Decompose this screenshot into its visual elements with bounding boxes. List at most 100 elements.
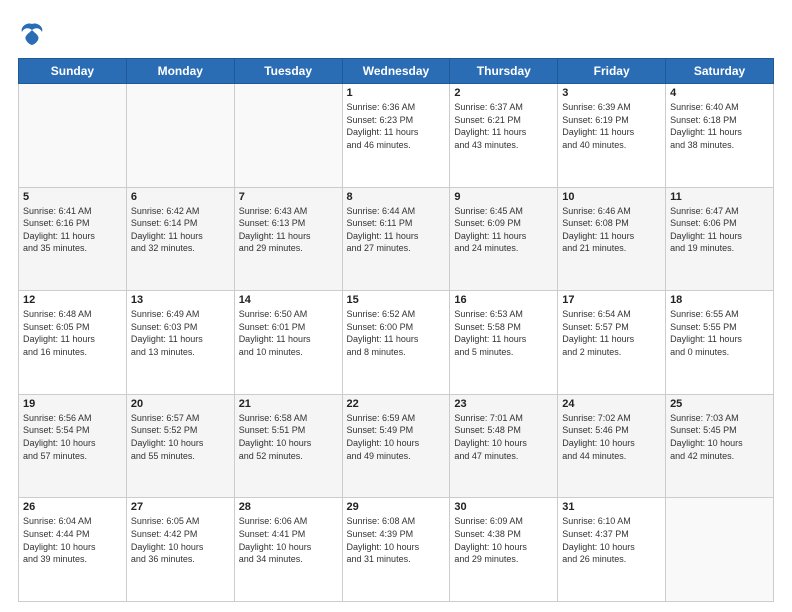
day-info: Sunrise: 6:53 AMSunset: 5:58 PMDaylight:…	[454, 308, 553, 358]
table-row: 22 Sunrise: 6:59 AMSunset: 5:49 PMDayligh…	[342, 394, 450, 498]
table-row	[234, 84, 342, 188]
day-info: Sunrise: 6:06 AMSunset: 4:41 PMDaylight:…	[239, 515, 338, 565]
day-info: Sunrise: 6:04 AMSunset: 4:44 PMDaylight:…	[23, 515, 122, 565]
table-row: 13 Sunrise: 6:49 AMSunset: 6:03 PMDayligh…	[126, 291, 234, 395]
day-number: 29	[347, 501, 446, 513]
calendar-week-row: 26 Sunrise: 6:04 AMSunset: 4:44 PMDayligh…	[19, 498, 774, 602]
day-info: Sunrise: 7:02 AMSunset: 5:46 PMDaylight:…	[562, 412, 661, 462]
table-row: 29 Sunrise: 6:08 AMSunset: 4:39 PMDayligh…	[342, 498, 450, 602]
table-row: 11 Sunrise: 6:47 AMSunset: 6:06 PMDayligh…	[666, 187, 774, 291]
calendar-table: Sunday Monday Tuesday Wednesday Thursday…	[18, 58, 774, 602]
table-row: 3 Sunrise: 6:39 AMSunset: 6:19 PMDaylight…	[558, 84, 666, 188]
day-info: Sunrise: 6:58 AMSunset: 5:51 PMDaylight:…	[239, 412, 338, 462]
calendar-week-row: 12 Sunrise: 6:48 AMSunset: 6:05 PMDayligh…	[19, 291, 774, 395]
day-info: Sunrise: 6:40 AMSunset: 6:18 PMDaylight:…	[670, 101, 769, 151]
table-row	[666, 498, 774, 602]
day-number: 25	[670, 398, 769, 410]
day-info: Sunrise: 6:47 AMSunset: 6:06 PMDaylight:…	[670, 205, 769, 255]
day-number: 31	[562, 501, 661, 513]
day-number: 4	[670, 87, 769, 99]
day-number: 1	[347, 87, 446, 99]
day-info: Sunrise: 6:57 AMSunset: 5:52 PMDaylight:…	[131, 412, 230, 462]
day-number: 9	[454, 191, 553, 203]
day-info: Sunrise: 6:05 AMSunset: 4:42 PMDaylight:…	[131, 515, 230, 565]
day-info: Sunrise: 6:44 AMSunset: 6:11 PMDaylight:…	[347, 205, 446, 255]
day-info: Sunrise: 6:08 AMSunset: 4:39 PMDaylight:…	[347, 515, 446, 565]
day-number: 18	[670, 294, 769, 306]
day-number: 2	[454, 87, 553, 99]
calendar-header-row: Sunday Monday Tuesday Wednesday Thursday…	[19, 59, 774, 84]
day-info: Sunrise: 6:56 AMSunset: 5:54 PMDaylight:…	[23, 412, 122, 462]
col-wednesday: Wednesday	[342, 59, 450, 84]
table-row: 23 Sunrise: 7:01 AMSunset: 5:48 PMDayligh…	[450, 394, 558, 498]
day-number: 21	[239, 398, 338, 410]
day-info: Sunrise: 6:50 AMSunset: 6:01 PMDaylight:…	[239, 308, 338, 358]
day-number: 6	[131, 191, 230, 203]
header	[18, 18, 774, 48]
calendar-week-row: 1 Sunrise: 6:36 AMSunset: 6:23 PMDaylight…	[19, 84, 774, 188]
day-number: 8	[347, 191, 446, 203]
day-number: 28	[239, 501, 338, 513]
col-sunday: Sunday	[19, 59, 127, 84]
day-number: 17	[562, 294, 661, 306]
table-row: 14 Sunrise: 6:50 AMSunset: 6:01 PMDayligh…	[234, 291, 342, 395]
col-monday: Monday	[126, 59, 234, 84]
day-info: Sunrise: 6:49 AMSunset: 6:03 PMDaylight:…	[131, 308, 230, 358]
day-number: 23	[454, 398, 553, 410]
table-row: 2 Sunrise: 6:37 AMSunset: 6:21 PMDaylight…	[450, 84, 558, 188]
col-friday: Friday	[558, 59, 666, 84]
day-info: Sunrise: 6:45 AMSunset: 6:09 PMDaylight:…	[454, 205, 553, 255]
day-info: Sunrise: 6:39 AMSunset: 6:19 PMDaylight:…	[562, 101, 661, 151]
day-info: Sunrise: 6:55 AMSunset: 5:55 PMDaylight:…	[670, 308, 769, 358]
day-number: 15	[347, 294, 446, 306]
table-row: 20 Sunrise: 6:57 AMSunset: 5:52 PMDayligh…	[126, 394, 234, 498]
day-info: Sunrise: 6:37 AMSunset: 6:21 PMDaylight:…	[454, 101, 553, 151]
calendar-week-row: 19 Sunrise: 6:56 AMSunset: 5:54 PMDayligh…	[19, 394, 774, 498]
day-info: Sunrise: 6:48 AMSunset: 6:05 PMDaylight:…	[23, 308, 122, 358]
table-row: 10Sunrise: 6:46 AMSunset: 6:08 PMDayligh…	[558, 187, 666, 291]
table-row: 15 Sunrise: 6:52 AMSunset: 6:00 PMDayligh…	[342, 291, 450, 395]
logo-bird-icon	[18, 20, 46, 48]
table-row	[126, 84, 234, 188]
day-number: 20	[131, 398, 230, 410]
day-info: Sunrise: 6:46 AMSunset: 6:08 PMDaylight:…	[562, 205, 661, 255]
table-row	[19, 84, 127, 188]
table-row: 24Sunrise: 7:02 AMSunset: 5:46 PMDayligh…	[558, 394, 666, 498]
col-saturday: Saturday	[666, 59, 774, 84]
day-number: 3	[562, 87, 661, 99]
logo	[18, 18, 50, 48]
table-row: 26 Sunrise: 6:04 AMSunset: 4:44 PMDayligh…	[19, 498, 127, 602]
table-row: 4 Sunrise: 6:40 AMSunset: 6:18 PMDaylight…	[666, 84, 774, 188]
table-row: 21 Sunrise: 6:58 AMSunset: 5:51 PMDayligh…	[234, 394, 342, 498]
day-number: 22	[347, 398, 446, 410]
day-info: Sunrise: 6:59 AMSunset: 5:49 PMDaylight:…	[347, 412, 446, 462]
day-number: 30	[454, 501, 553, 513]
day-info: Sunrise: 7:01 AMSunset: 5:48 PMDaylight:…	[454, 412, 553, 462]
day-number: 13	[131, 294, 230, 306]
day-info: Sunrise: 6:41 AMSunset: 6:16 PMDaylight:…	[23, 205, 122, 255]
day-number: 26	[23, 501, 122, 513]
table-row: 18 Sunrise: 6:55 AMSunset: 5:55 PMDayligh…	[666, 291, 774, 395]
table-row: 12 Sunrise: 6:48 AMSunset: 6:05 PMDayligh…	[19, 291, 127, 395]
table-row: 1 Sunrise: 6:36 AMSunset: 6:23 PMDaylight…	[342, 84, 450, 188]
col-thursday: Thursday	[450, 59, 558, 84]
day-number: 12	[23, 294, 122, 306]
table-row: 27 Sunrise: 6:05 AMSunset: 4:42 PMDayligh…	[126, 498, 234, 602]
table-row: 28 Sunrise: 6:06 AMSunset: 4:41 PMDayligh…	[234, 498, 342, 602]
day-number: 14	[239, 294, 338, 306]
table-row: 6Sunrise: 6:42 AMSunset: 6:14 PMDaylight…	[126, 187, 234, 291]
day-number: 27	[131, 501, 230, 513]
page: Sunday Monday Tuesday Wednesday Thursday…	[0, 0, 792, 612]
day-info: Sunrise: 6:09 AMSunset: 4:38 PMDaylight:…	[454, 515, 553, 565]
table-row: 19 Sunrise: 6:56 AMSunset: 5:54 PMDayligh…	[19, 394, 127, 498]
day-number: 19	[23, 398, 122, 410]
day-info: Sunrise: 6:36 AMSunset: 6:23 PMDaylight:…	[347, 101, 446, 151]
day-info: Sunrise: 7:03 AMSunset: 5:45 PMDaylight:…	[670, 412, 769, 462]
day-number: 16	[454, 294, 553, 306]
calendar-week-row: 5Sunrise: 6:41 AMSunset: 6:16 PMDaylight…	[19, 187, 774, 291]
table-row: 25 Sunrise: 7:03 AMSunset: 5:45 PMDayligh…	[666, 394, 774, 498]
table-row: 17Sunrise: 6:54 AMSunset: 5:57 PMDayligh…	[558, 291, 666, 395]
day-info: Sunrise: 6:52 AMSunset: 6:00 PMDaylight:…	[347, 308, 446, 358]
table-row: 16 Sunrise: 6:53 AMSunset: 5:58 PMDayligh…	[450, 291, 558, 395]
day-number: 11	[670, 191, 769, 203]
